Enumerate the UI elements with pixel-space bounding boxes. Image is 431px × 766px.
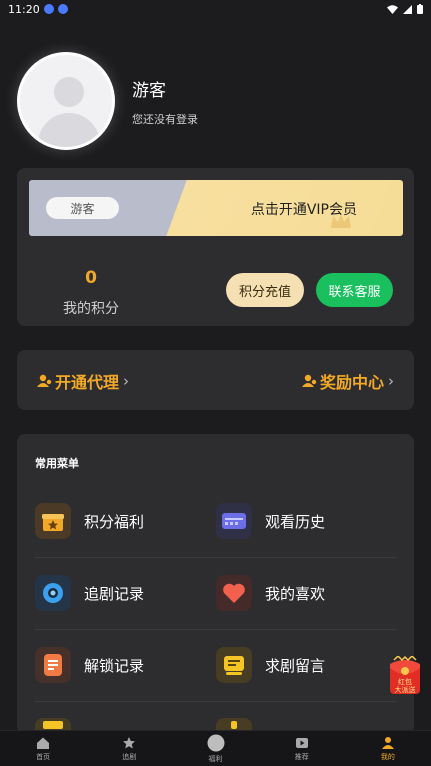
star-icon bbox=[123, 736, 136, 748]
avatar-body bbox=[38, 113, 100, 147]
chevron-right-icon: › bbox=[123, 372, 130, 390]
divider bbox=[35, 629, 396, 630]
notification-icon bbox=[57, 4, 68, 14]
profile-section[interactable]: 游客 您还没有登录 bbox=[17, 52, 198, 150]
menu-item-points-welfare[interactable]: 积分福利 bbox=[35, 501, 144, 541]
contact-service-button[interactable]: 联系客服 bbox=[316, 273, 393, 307]
nav-item-home[interactable]: 首页 bbox=[0, 731, 86, 766]
wifi-icon bbox=[387, 4, 398, 14]
profile-icon bbox=[381, 736, 394, 749]
home-icon bbox=[37, 737, 50, 749]
record-icon bbox=[35, 575, 71, 611]
unlock-icon bbox=[35, 647, 71, 683]
menu-label: 解锁记录 bbox=[84, 656, 145, 675]
nav-item-follow[interactable]: 追剧 bbox=[86, 731, 172, 766]
vip-card: 游客 点击开通VIP会员 0 我的积分 积分充值 联系客服 bbox=[17, 168, 414, 326]
menu-item-partial-icon bbox=[43, 721, 63, 729]
nav-label: 追剧 bbox=[122, 752, 137, 761]
nav-item-recommend[interactable]: 推荐 bbox=[259, 731, 345, 766]
menu-title: 常用菜单 bbox=[35, 457, 79, 470]
reward-center-label: 奖励中心 bbox=[319, 373, 384, 392]
nav-item-welfare[interactable]: 福利 bbox=[172, 731, 258, 766]
gift-icon bbox=[35, 503, 71, 539]
menu-item-request-message[interactable]: 求剧留言 bbox=[216, 645, 325, 685]
history-icon bbox=[216, 503, 252, 539]
battery-icon bbox=[417, 4, 423, 14]
recharge-button[interactable]: 积分充值 bbox=[226, 273, 304, 307]
open-agent-link[interactable]: 开通代理 › bbox=[37, 369, 129, 393]
menu-item-watch-history[interactable]: 观看历史 bbox=[216, 501, 325, 541]
vip-cta: 点击开通VIP会员 bbox=[250, 202, 357, 218]
menu-item-my-likes[interactable]: 我的喜欢 bbox=[216, 573, 325, 613]
status-right bbox=[387, 4, 423, 14]
nav-label: 我的 bbox=[380, 752, 395, 761]
status-bar: 11:20 bbox=[0, 0, 431, 18]
nav-item-mine[interactable]: 我的 bbox=[345, 731, 431, 766]
welfare-icon bbox=[207, 734, 224, 751]
vip-banner[interactable]: 游客 点击开通VIP会员 bbox=[29, 180, 403, 236]
reward-center-link[interactable]: 奖励中心 › bbox=[301, 369, 394, 393]
divider bbox=[35, 557, 396, 558]
red-envelope-line1: 红包 bbox=[398, 678, 412, 686]
notification-icon bbox=[43, 4, 54, 14]
menu-item-partial-icon bbox=[231, 721, 237, 729]
agent-reward-card: 开通代理 › 奖励中心 › bbox=[17, 350, 414, 410]
divider bbox=[35, 701, 396, 702]
menu-label: 追剧记录 bbox=[84, 584, 145, 603]
heart-icon bbox=[216, 575, 252, 611]
person-icon bbox=[37, 374, 52, 387]
menu-label: 积分福利 bbox=[84, 512, 145, 531]
avatar[interactable] bbox=[17, 52, 115, 150]
login-hint[interactable]: 您还没有登录 bbox=[132, 111, 198, 127]
red-envelope-button[interactable]: 红包 大派送 bbox=[388, 654, 422, 696]
avatar-head bbox=[54, 77, 84, 107]
points-label: 我的积分 bbox=[63, 301, 119, 317]
status-left: 11:20 bbox=[8, 3, 68, 16]
guest-badge: 游客 bbox=[46, 197, 119, 219]
signal-icon bbox=[403, 4, 412, 14]
nav-label: 推荐 bbox=[294, 752, 309, 761]
person-icon bbox=[301, 374, 317, 387]
profile-text: 游客 您还没有登录 bbox=[132, 76, 198, 127]
play-icon bbox=[295, 737, 308, 748]
menu-item-unlock-record[interactable]: 解锁记录 bbox=[35, 645, 144, 685]
menu-label: 观看历史 bbox=[265, 512, 326, 531]
nav-label: 福利 bbox=[208, 754, 223, 763]
points-value: 0 bbox=[85, 268, 97, 288]
menu-label: 我的喜欢 bbox=[265, 584, 326, 603]
red-envelope-line2: 大派送 bbox=[394, 686, 416, 694]
username: 游客 bbox=[132, 80, 166, 101]
nav-label: 首页 bbox=[36, 752, 51, 761]
menu-item-follow-record[interactable]: 追剧记录 bbox=[35, 573, 144, 613]
red-envelope-text: 红包 大派送 bbox=[388, 678, 422, 694]
common-menu-card: 常用菜单 积分福利 观看历史 追剧记录 我的喜欢 解锁记录 求剧留言 bbox=[17, 434, 414, 734]
chevron-right-icon: › bbox=[388, 372, 394, 390]
bottom-nav: 首页 追剧 福利 推荐 我的 bbox=[0, 730, 431, 766]
menu-label: 求剧留言 bbox=[265, 656, 326, 675]
message-icon bbox=[216, 647, 252, 683]
status-time: 11:20 bbox=[8, 2, 40, 16]
open-agent-label: 开通代理 bbox=[55, 373, 120, 392]
